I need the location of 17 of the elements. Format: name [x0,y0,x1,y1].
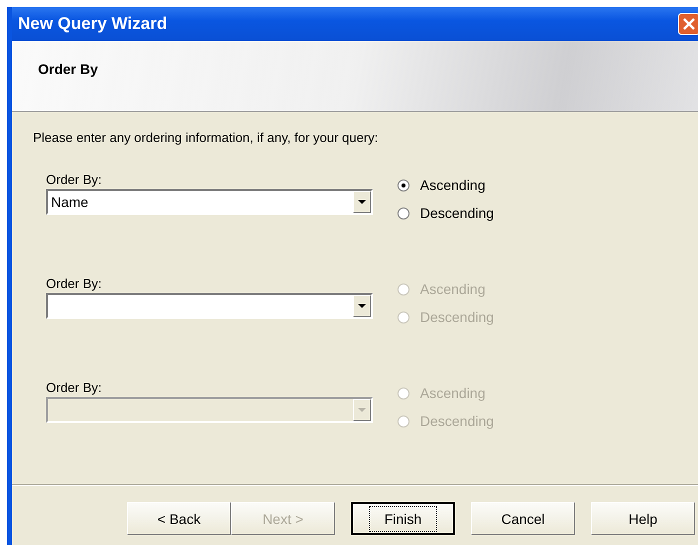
window-title: New Query Wizard [18,14,168,34]
wizard-button[interactable]: Finish [351,502,455,535]
instructions: Please enter any ordering information, if any, for your query: [33,130,380,145]
radio-label[interactable]: Ascending [420,177,486,193]
order-by-dropdown[interactable] [46,293,373,319]
field-label: Order By: [46,172,103,187]
field-label: Order By: [46,380,103,395]
radio-label[interactable]: Descending [420,205,494,221]
close-icon[interactable] [678,12,698,35]
wizard-button[interactable]: Help [591,502,695,535]
wizard-button[interactable]: < Back [127,502,231,535]
page-title: Order By [38,60,98,77]
radio-button[interactable] [397,178,410,192]
field-label: Order By: [46,276,103,291]
wizard-button[interactable]: Cancel [471,502,575,535]
radio-button[interactable] [397,206,410,220]
order-by-dropdown[interactable]: Name [46,189,373,215]
